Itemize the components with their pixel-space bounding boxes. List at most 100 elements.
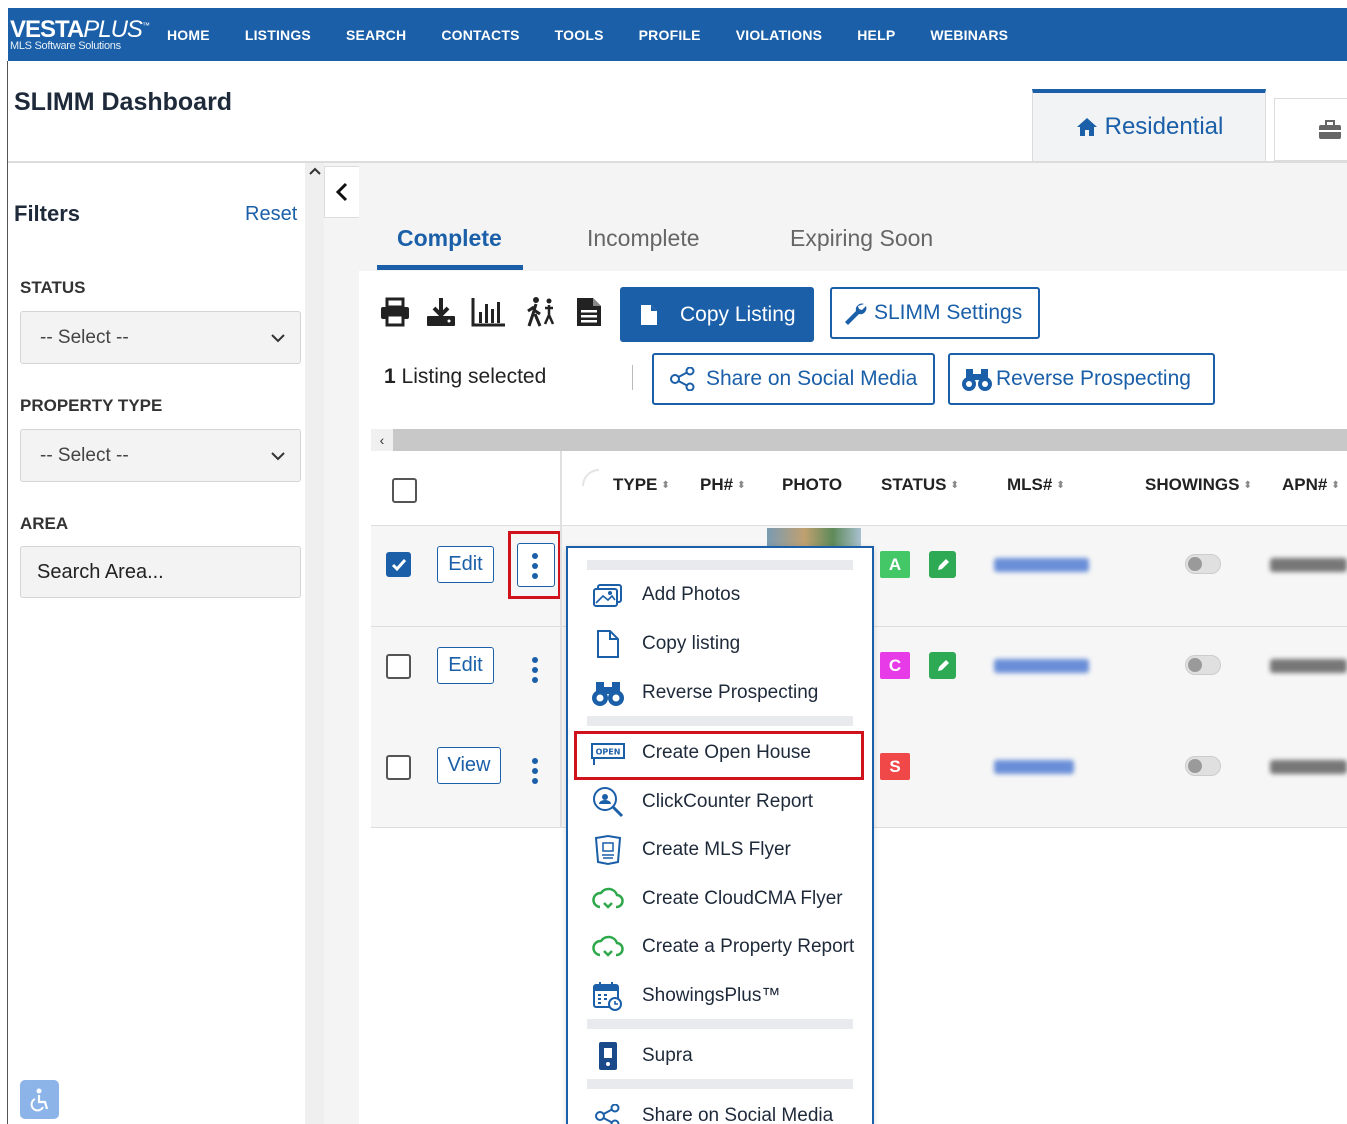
share-social-media-button[interactable]: Share on Social Media	[652, 353, 935, 405]
cloudcma-icon	[592, 935, 624, 957]
people-walking-icon[interactable]	[525, 296, 557, 328]
menu-item-add-photos[interactable]: Add Photos	[590, 575, 740, 615]
column-header-showings[interactable]: SHOWINGS ⬍	[1145, 475, 1252, 495]
share-icon	[670, 367, 695, 391]
menu-separator	[587, 1079, 853, 1089]
showings-toggle[interactable]	[1185, 554, 1221, 574]
nav-profile[interactable]: PROFILE	[639, 27, 701, 43]
menu-item-showingsplus[interactable]: ShowingsPlus™	[590, 976, 780, 1016]
tab-expiring-soon[interactable]: Expiring Soon	[790, 225, 933, 252]
column-header-type[interactable]: TYPE ⬍	[613, 475, 670, 495]
status-select[interactable]: -- Select --	[20, 311, 301, 364]
document-icon[interactable]	[575, 296, 603, 328]
nav-tools[interactable]: TOOLS	[555, 27, 604, 43]
column-header-photo: PHOTO	[782, 475, 843, 494]
reverse-prospecting-button[interactable]: Reverse Prospecting	[948, 353, 1215, 405]
tab-commercial[interactable]	[1274, 98, 1347, 161]
calendar-clock-icon	[593, 982, 622, 1011]
nav-webinars[interactable]: WEBINARS	[930, 27, 1008, 43]
area-label: AREA	[20, 514, 69, 533]
kebab-menu-icon[interactable]	[532, 655, 538, 685]
apn-number-redacted	[1270, 659, 1347, 673]
status-badge: C	[880, 652, 910, 679]
column-header-apn[interactable]: APN# ⬍	[1282, 475, 1340, 495]
menu-item-supra[interactable]: Supra	[590, 1036, 693, 1076]
print-icon[interactable]	[379, 296, 411, 328]
nav-home[interactable]: HOME	[167, 27, 210, 43]
tab-complete[interactable]: Complete	[397, 225, 502, 252]
menu-item-create-property-report[interactable]: Create a Property Report	[590, 927, 854, 967]
chevron-left-icon	[335, 182, 348, 202]
row-edit-button[interactable]: Edit	[437, 546, 494, 583]
share-icon	[595, 1104, 620, 1124]
toolbar-separator	[632, 365, 633, 390]
showings-toggle[interactable]	[1185, 756, 1221, 776]
row-edit-button[interactable]: Edit	[437, 647, 494, 684]
accessibility-button[interactable]	[20, 1080, 59, 1119]
nav-violations[interactable]: VIOLATIONS	[736, 27, 823, 43]
cloudcma-icon	[592, 887, 624, 909]
vestaplus-logo[interactable]: VESTAPLUS™ MLS Software Solutions	[8, 17, 153, 52]
property-type-select[interactable]: -- Select --	[20, 429, 301, 482]
listing-photo[interactable]	[767, 528, 861, 548]
menu-item-copy-listing[interactable]: Copy listing	[590, 624, 740, 664]
copy-listing-button[interactable]: Copy Listing	[620, 287, 814, 342]
mls-number-redacted[interactable]	[994, 558, 1089, 572]
slimm-settings-button[interactable]: SLIMM Settings	[830, 287, 1040, 339]
highlight-box-open-house	[574, 731, 864, 780]
menu-separator	[587, 716, 853, 726]
download-icon[interactable]	[425, 296, 457, 328]
collapse-sidebar-button[interactable]	[324, 166, 360, 218]
binoculars-icon	[592, 682, 624, 706]
nav-search[interactable]: SEARCH	[346, 27, 406, 43]
column-header-ph[interactable]: PH# ⬍	[700, 475, 745, 495]
page-title: SLIMM Dashboard	[14, 88, 233, 116]
status-badge: A	[880, 551, 910, 578]
kebab-menu-icon[interactable]	[532, 756, 538, 786]
row-checkbox[interactable]	[386, 654, 411, 679]
flyer-icon	[594, 834, 622, 866]
area-search-input[interactable]: Search Area...	[20, 546, 301, 598]
reset-filters-link[interactable]: Reset	[245, 203, 297, 226]
filters-sidebar	[8, 163, 305, 1124]
sidebar-gutter	[324, 163, 359, 1124]
select-all-checkbox[interactable]	[392, 478, 417, 503]
nav-contacts[interactable]: CONTACTS	[441, 27, 519, 43]
tab-incomplete[interactable]: Incomplete	[587, 225, 700, 252]
pencil-icon	[937, 558, 949, 570]
accessibility-icon	[30, 1088, 48, 1111]
bar-chart-icon[interactable]	[471, 296, 507, 328]
search-user-icon	[593, 787, 624, 818]
binoculars-icon	[962, 369, 992, 391]
scroll-up-arrow-icon[interactable]	[309, 166, 321, 176]
mls-number-redacted[interactable]	[994, 659, 1089, 673]
nav-listings[interactable]: LISTINGS	[245, 27, 311, 43]
row-view-button[interactable]: View	[437, 747, 501, 784]
showings-toggle[interactable]	[1185, 655, 1221, 675]
column-header-status[interactable]: STATUS ⬍	[881, 475, 959, 495]
menu-item-create-cloudcma-flyer[interactable]: Create CloudCMA Flyer	[590, 879, 843, 919]
table-horizontal-scrollbar[interactable]	[371, 429, 1347, 451]
listing-selected-count: 1 Listing selected	[384, 365, 547, 388]
menu-item-share-social-media[interactable]: Share on Social Media	[590, 1096, 833, 1124]
row-checkbox[interactable]	[386, 552, 411, 577]
chevron-down-icon	[271, 452, 285, 461]
tab-residential[interactable]: Residential	[1032, 89, 1266, 161]
row-checkbox[interactable]	[386, 755, 411, 780]
edit-status-button[interactable]	[929, 652, 956, 679]
menu-item-create-mls-flyer[interactable]: Create MLS Flyer	[590, 830, 791, 870]
home-icon	[1076, 118, 1097, 136]
tab-residential-label: Residential	[1104, 113, 1224, 140]
checkmark-icon	[391, 558, 406, 571]
sidebar-scrollbar[interactable]	[305, 163, 324, 1124]
edit-status-button[interactable]	[929, 551, 956, 578]
menu-separator	[587, 560, 853, 570]
scroll-left-arrow-icon[interactable]: ‹	[371, 429, 393, 451]
menu-item-reverse-prospecting[interactable]: Reverse Prospecting	[590, 673, 818, 713]
active-tab-indicator	[377, 265, 523, 270]
menu-item-clickcounter-report[interactable]: ClickCounter Report	[590, 782, 813, 822]
column-header-mls[interactable]: MLS# ⬍	[1007, 475, 1065, 495]
main-tabs-bar	[359, 163, 1347, 271]
mls-number-redacted[interactable]	[994, 760, 1074, 774]
nav-help[interactable]: HELP	[857, 27, 895, 43]
